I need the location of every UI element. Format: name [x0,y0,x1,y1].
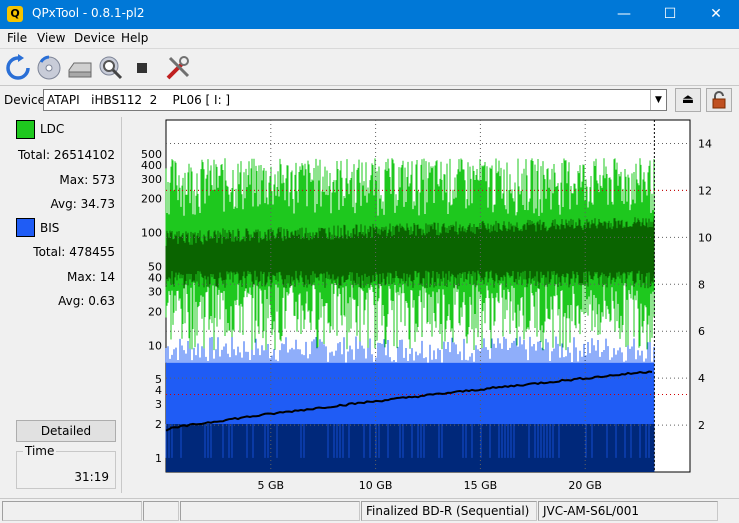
y-left-tick-20: 20 [148,305,162,318]
maximize-button[interactable]: ☐ [647,0,693,29]
menu-view[interactable]: View [33,31,69,45]
y-left-tick-2: 2 [155,418,162,431]
title-bar: Q QPxTool - 0.8.1-pl2 — ☐ ✕ [0,0,739,29]
lock-icon [712,91,726,109]
eject-icon: ⏏ [681,92,695,107]
device-select[interactable]: ATAPI iHBS112 2 PL06 [ I: ] ▼ [43,89,667,111]
bis-avg: Avg: 0.63 [58,294,115,308]
x-tick-2: 10 GB [359,479,393,492]
detailed-button[interactable]: Detailed [16,420,116,442]
bis-max: Max: 14 [67,270,115,284]
bis-label: BIS [40,221,60,235]
y-left-tick-100: 100 [141,227,162,240]
menu-bar: File View Device Help [0,29,739,49]
drive-icon[interactable] [66,54,94,82]
menu-device[interactable]: Device [70,31,119,45]
ldc-label: LDC [40,122,65,136]
device-select-value: ATAPI iHBS112 2 PL06 [ I: ] [47,93,231,107]
bis-color-swatch [16,218,35,237]
stop-icon[interactable] [128,54,156,82]
bis-max-label: Max: [67,270,96,284]
lock-button[interactable] [706,88,732,112]
ldc-avg-label: Avg: [50,197,77,211]
bis-total-label: Total: [33,245,66,259]
ldc-avg-value: 34.73 [80,197,115,211]
menu-file[interactable]: File [3,31,31,45]
x-tick-1: 5 GB [258,479,285,492]
bis-dark-area [166,424,655,472]
time-value: 31:19 [74,470,109,484]
refresh-icon[interactable] [4,54,32,82]
y-left-tick-3: 3 [155,398,162,411]
x-tick-4: 20 GB [568,479,602,492]
bis-max-value: 14 [99,270,115,284]
ldc-max: Max: 573 [59,173,115,187]
ldc-avg: Avg: 34.73 [51,197,115,211]
device-bar: Device: ATAPI iHBS112 2 PL06 [ I: ] ▼ ⏏ [0,87,739,113]
y-left-tick-10: 10 [148,339,162,352]
ldc-total-label: Total: [18,148,51,162]
chevron-down-icon[interactable]: ▼ [650,90,666,110]
scan-chart-svg: 1234510203040501002003004005002468101214… [141,119,712,492]
y-left-tick-1: 1 [155,452,162,465]
status-media-id: JVC-AM-S6L/001 [538,501,718,521]
minimize-button[interactable]: — [601,0,647,29]
y-left-tick-200: 200 [141,193,162,206]
ldc-total: Total: 26514102 [18,148,115,162]
y-right-tick-4: 4 [698,372,705,385]
status-cell-3 [180,501,360,521]
ldc-max-value: 573 [92,173,115,187]
y-left-tick-500: 500 [141,148,162,161]
y-right-tick-12: 12 [698,184,712,197]
y-right-tick-10: 10 [698,231,712,244]
y-right-tick-14: 14 [698,137,712,150]
y-left-tick-30: 30 [148,286,162,299]
y-left-tick-50: 50 [148,261,162,274]
bis-avg-value: 0.63 [88,294,115,308]
window-title: QPxTool - 0.8.1-pl2 [32,6,145,20]
scan-chart: 1 2 3 4 5 10 20 30 40 50 100 200 300 400 500 2 4 6 8 10 12 14… [131,117,731,495]
y-left-tick-300: 300 [141,173,162,186]
x-tick-3: 15 GB [464,479,498,492]
ldc-max-label: Max: [59,173,89,187]
status-disc-type: Finalized BD-R (Sequential) [361,501,537,521]
menu-help[interactable]: Help [117,31,152,45]
status-bar: Finalized BD-R (Sequential) JVC-AM-S6L/0… [0,498,739,523]
bis-total: Total: 478455 [33,245,115,259]
status-cell-1 [2,501,142,521]
app-icon: Q [7,6,23,22]
eject-button[interactable]: ⏏ [675,88,701,112]
y-left-tick-5: 5 [155,373,162,386]
time-box: Time 31:19 [16,444,116,489]
close-button[interactable]: ✕ [693,0,739,29]
tools-icon[interactable] [164,54,192,82]
bis-total-value: 478455 [69,245,115,259]
scan-icon[interactable] [97,54,125,82]
disc-icon[interactable] [35,54,63,82]
y-right-tick-6: 6 [698,325,705,338]
bis-avg-label: Avg: [58,294,85,308]
time-label: Time [23,444,57,458]
status-cell-2 [143,501,179,521]
y-right-tick-2: 2 [698,419,705,432]
y-right-tick-8: 8 [698,278,705,291]
toolbar [0,50,739,86]
ldc-color-swatch [16,120,35,139]
ldc-total-value: 26514102 [53,148,115,162]
